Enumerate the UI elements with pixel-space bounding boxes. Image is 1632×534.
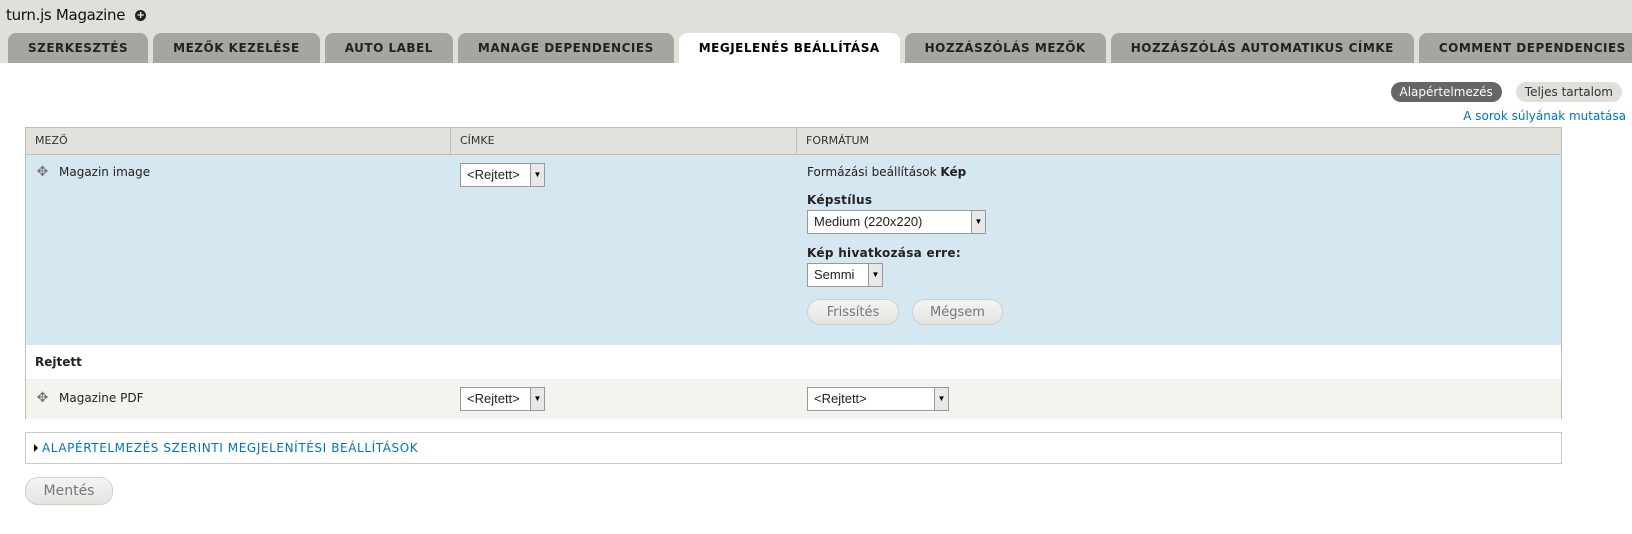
chevron-down-icon: ▼ bbox=[530, 388, 544, 410]
field-name: Magazin image bbox=[59, 165, 151, 179]
image-style-value: Medium (220x220) bbox=[814, 214, 923, 229]
tab-manage-dependencies[interactable]: MANAGE DEPENDENCIES bbox=[457, 33, 674, 63]
format-select-value: <Rejtett> bbox=[814, 391, 867, 406]
label-select-value: <Rejtett> bbox=[467, 167, 520, 182]
title-row: turn.js Magazine + bbox=[6, 5, 147, 25]
drag-handle-icon[interactable]: ✥ bbox=[36, 165, 49, 179]
region-title-hidden: Rejtett bbox=[26, 345, 1561, 379]
tab-mezok-kezelese[interactable]: MEZŐK KEZELÉSE bbox=[153, 33, 320, 63]
tab-hozzaszolas-mezok[interactable]: HOZZÁSZÓLÁS MEZŐK bbox=[904, 33, 1106, 63]
image-link-select[interactable]: Semmi ▼ bbox=[807, 263, 883, 287]
primary-tabs: SZERKESZTÉS MEZŐK KEZELÉSE AUTO LABEL MA… bbox=[8, 33, 1632, 63]
format-summary-type: Kép bbox=[940, 165, 967, 179]
table-row: ✥ Magazin image <Rejtett> ▼ Formázási be… bbox=[26, 155, 1561, 345]
image-style-label: Képstílus bbox=[807, 193, 873, 207]
tab-megjelenes-beallitasa[interactable]: MEGJELENÉS BEÁLLÍTÁSA bbox=[678, 33, 900, 63]
page-header: turn.js Magazine + SZERKESZTÉS MEZŐK KEZ… bbox=[0, 0, 1632, 63]
format-summary: Formázási beállítások Kép bbox=[807, 165, 966, 179]
chevron-down-icon: ▼ bbox=[934, 388, 948, 410]
show-row-weights-link[interactable]: A sorok súlyának mutatása bbox=[1463, 109, 1626, 123]
label-select-value: <Rejtett> bbox=[467, 391, 520, 406]
subtab-alapertelmezes[interactable]: Alapértelmezés bbox=[1390, 82, 1502, 102]
image-link-label: Kép hivatkozása erre: bbox=[807, 246, 961, 260]
default-display-settings-fieldset[interactable]: ALAPÉRTELMEZÉS SZERINTI MEGJELENÍTÉSI BE… bbox=[25, 432, 1562, 464]
image-link-value: Semmi bbox=[814, 267, 855, 282]
collapse-triangle-icon bbox=[34, 444, 38, 452]
page-title: turn.js Magazine bbox=[6, 6, 126, 24]
header-label: CÍMKE bbox=[450, 128, 796, 154]
label-select[interactable]: <Rejtett> ▼ bbox=[460, 163, 545, 187]
save-button[interactable]: Mentés bbox=[25, 477, 113, 505]
header-field: MEZŐ bbox=[35, 134, 68, 147]
chevron-down-icon: ▼ bbox=[971, 211, 985, 233]
table-header: MEZŐ CÍMKE FORMÁTUM bbox=[26, 128, 1561, 155]
fields-table: MEZŐ CÍMKE FORMÁTUM ✥ Magazin image <Rej… bbox=[25, 127, 1562, 419]
format-select[interactable]: <Rejtett> ▼ bbox=[807, 387, 949, 411]
tab-szerkesztes[interactable]: SZERKESZTÉS bbox=[8, 33, 149, 63]
label-select[interactable]: <Rejtett> ▼ bbox=[460, 387, 545, 411]
field-name: Magazine PDF bbox=[59, 391, 144, 405]
tab-hozzaszolas-automatikus-cimke[interactable]: HOZZÁSZÓLÁS AUTOMATIKUS CÍMKE bbox=[1110, 33, 1414, 63]
format-summary-prefix: Formázási beállítások bbox=[807, 165, 937, 179]
tab-comment-dependencies[interactable]: COMMENT DEPENDENCIES bbox=[1418, 33, 1632, 63]
tab-auto-label[interactable]: AUTO LABEL bbox=[324, 33, 453, 63]
add-shortcut-icon[interactable]: + bbox=[135, 9, 147, 21]
table-row: ✥ Magazine PDF <Rejtett> ▼ <Rejtett> ▼ bbox=[26, 379, 1561, 419]
cancel-button[interactable]: Mégsem bbox=[912, 299, 1003, 325]
drag-handle-icon[interactable]: ✥ bbox=[36, 391, 49, 405]
update-button[interactable]: Frissítés bbox=[807, 299, 899, 325]
image-style-select[interactable]: Medium (220x220) ▼ bbox=[807, 210, 986, 234]
fieldset-legend[interactable]: ALAPÉRTELMEZÉS SZERINTI MEGJELENÍTÉSI BE… bbox=[42, 441, 418, 455]
header-format: FORMÁTUM bbox=[796, 128, 1561, 154]
subtab-teljes-tartalom[interactable]: Teljes tartalom bbox=[1515, 82, 1622, 102]
chevron-down-icon: ▼ bbox=[868, 264, 882, 286]
secondary-tabs: Alapértelmezés Teljes tartalom bbox=[1377, 82, 1622, 102]
chevron-down-icon: ▼ bbox=[530, 164, 544, 186]
